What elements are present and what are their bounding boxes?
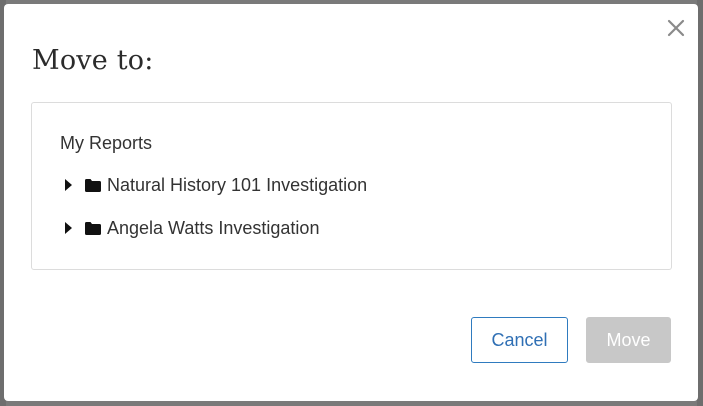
move-to-dialog: Move to: My Reports Natural History 101 … [4,4,698,401]
tree-item-folder[interactable]: Angela Watts Investigation [65,216,319,240]
folder-icon [85,221,101,235]
close-button[interactable] [666,18,686,38]
cancel-button[interactable]: Cancel [471,317,568,363]
folder-icon [85,178,101,192]
tree-item-folder[interactable]: Natural History 101 Investigation [65,173,367,197]
caret-right-icon[interactable] [65,222,72,234]
close-icon[interactable] [666,18,686,38]
caret-right-icon[interactable] [65,179,72,191]
dialog-title: Move to: [32,45,154,76]
tree-item-label: Natural History 101 Investigation [107,174,368,195]
folder-tree: My Reports Natural History 101 Investiga… [31,102,672,270]
tree-item-label: Angela Watts Investigation [107,217,320,238]
move-button[interactable]: Move [586,317,671,363]
tree-root-label[interactable]: My Reports [60,133,152,154]
